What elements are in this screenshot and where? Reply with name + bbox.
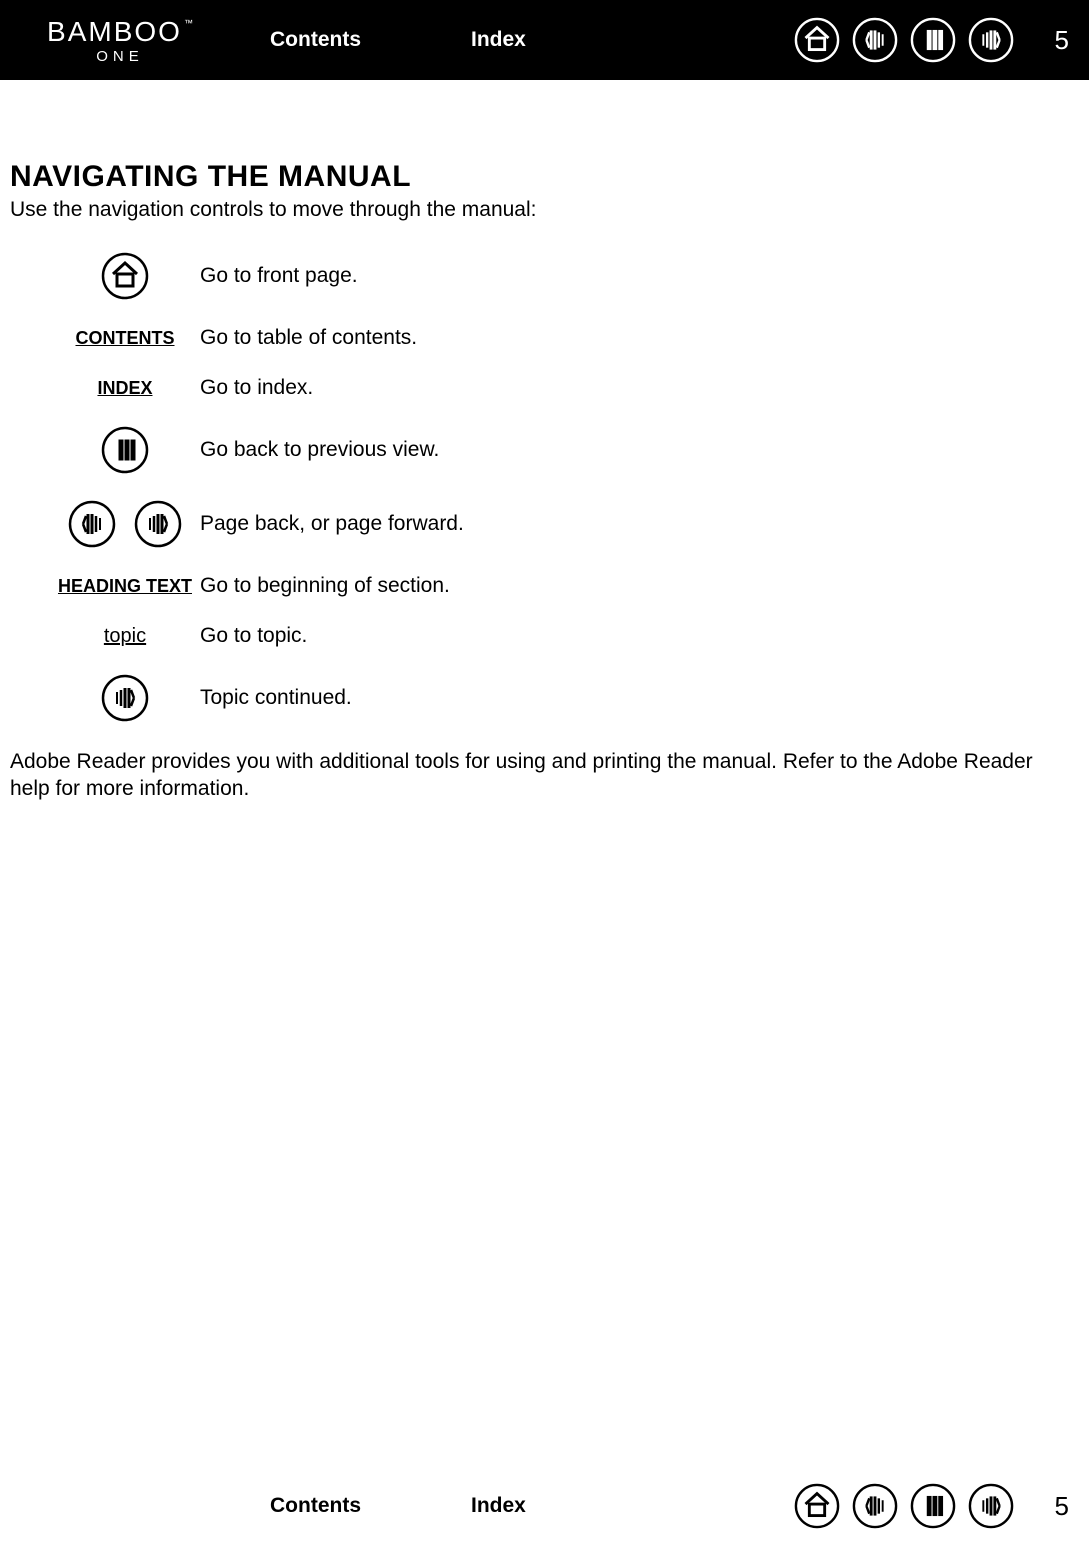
page-content: NAVIGATING THE MANUAL Use the navigation… [0, 80, 1089, 803]
index-link[interactable]: INDEX [97, 378, 152, 399]
legend-desc: Page back, or page forward. [200, 512, 464, 536]
heading-text-link[interactable]: HEADING TEXT [58, 576, 192, 597]
page-number-top: 5 [1039, 25, 1069, 56]
previous-view-icon[interactable] [101, 426, 149, 474]
page-back-icon[interactable] [852, 1483, 898, 1529]
footer-nav-links: Contents Index [270, 1494, 526, 1518]
page-forward-icon[interactable] [134, 500, 182, 548]
legend-row-home: Go to front page. [50, 252, 1064, 300]
brand-logo: BAMBOO™ ONE [20, 16, 220, 65]
legend-row-prev-view: Go back to previous view. [50, 426, 1064, 474]
brand-tm: ™ [184, 18, 195, 28]
legend-row-page-nav: Page back, or page forward. [50, 500, 1064, 548]
page-number-bottom: 5 [1039, 1491, 1069, 1522]
brand-name: BAMBOO [47, 16, 182, 47]
legend-row-contents: CONTENTS Go to table of contents. [50, 326, 1064, 350]
page-title: NAVIGATING THE MANUAL [10, 160, 1064, 194]
nav-contents-link[interactable]: Contents [270, 28, 361, 52]
home-icon[interactable] [101, 252, 149, 300]
footer-paragraph: Adobe Reader provides you with additiona… [10, 748, 1064, 803]
page-back-icon[interactable] [68, 500, 116, 548]
legend-row-topic: topic Go to topic. [50, 624, 1064, 648]
previous-view-icon[interactable] [910, 1483, 956, 1529]
home-icon[interactable] [794, 17, 840, 63]
footer-icon-strip [794, 1483, 1014, 1529]
page-intro: Use the navigation controls to move thro… [10, 198, 1064, 222]
nav-index-link[interactable]: Index [471, 1494, 526, 1518]
contents-link[interactable]: CONTENTS [76, 328, 175, 349]
legend-desc: Topic continued. [200, 686, 352, 710]
legend-row-heading: HEADING TEXT Go to beginning of section. [50, 574, 1064, 598]
legend-row-index: INDEX Go to index. [50, 376, 1064, 400]
header-nav-links: Contents Index [270, 28, 526, 52]
legend-desc: Go to beginning of section. [200, 574, 450, 598]
page-back-icon[interactable] [852, 17, 898, 63]
previous-view-icon[interactable] [910, 17, 956, 63]
page-forward-icon[interactable] [968, 1483, 1014, 1529]
legend-desc: Go to table of contents. [200, 326, 417, 350]
legend-row-continued: Topic continued. [50, 674, 1064, 722]
legend-rows: Go to front page. CONTENTS Go to table o… [50, 252, 1064, 722]
topic-continued-icon[interactable] [101, 674, 149, 722]
legend-desc: Go to topic. [200, 624, 307, 648]
header-icon-strip [794, 17, 1014, 63]
topic-link[interactable]: topic [104, 625, 146, 648]
nav-contents-link[interactable]: Contents [270, 1494, 361, 1518]
nav-index-link[interactable]: Index [471, 28, 526, 52]
legend-desc: Go to front page. [200, 264, 358, 288]
page-forward-icon[interactable] [968, 17, 1014, 63]
legend-desc: Go back to previous view. [200, 438, 439, 462]
legend-desc: Go to index. [200, 376, 313, 400]
footer-bar: BAMBOO™ ONE Contents Index 5 [0, 1471, 1089, 1541]
brand-sub: ONE [96, 48, 144, 65]
home-icon[interactable] [794, 1483, 840, 1529]
header-bar: BAMBOO™ ONE Contents Index 5 [0, 0, 1089, 80]
